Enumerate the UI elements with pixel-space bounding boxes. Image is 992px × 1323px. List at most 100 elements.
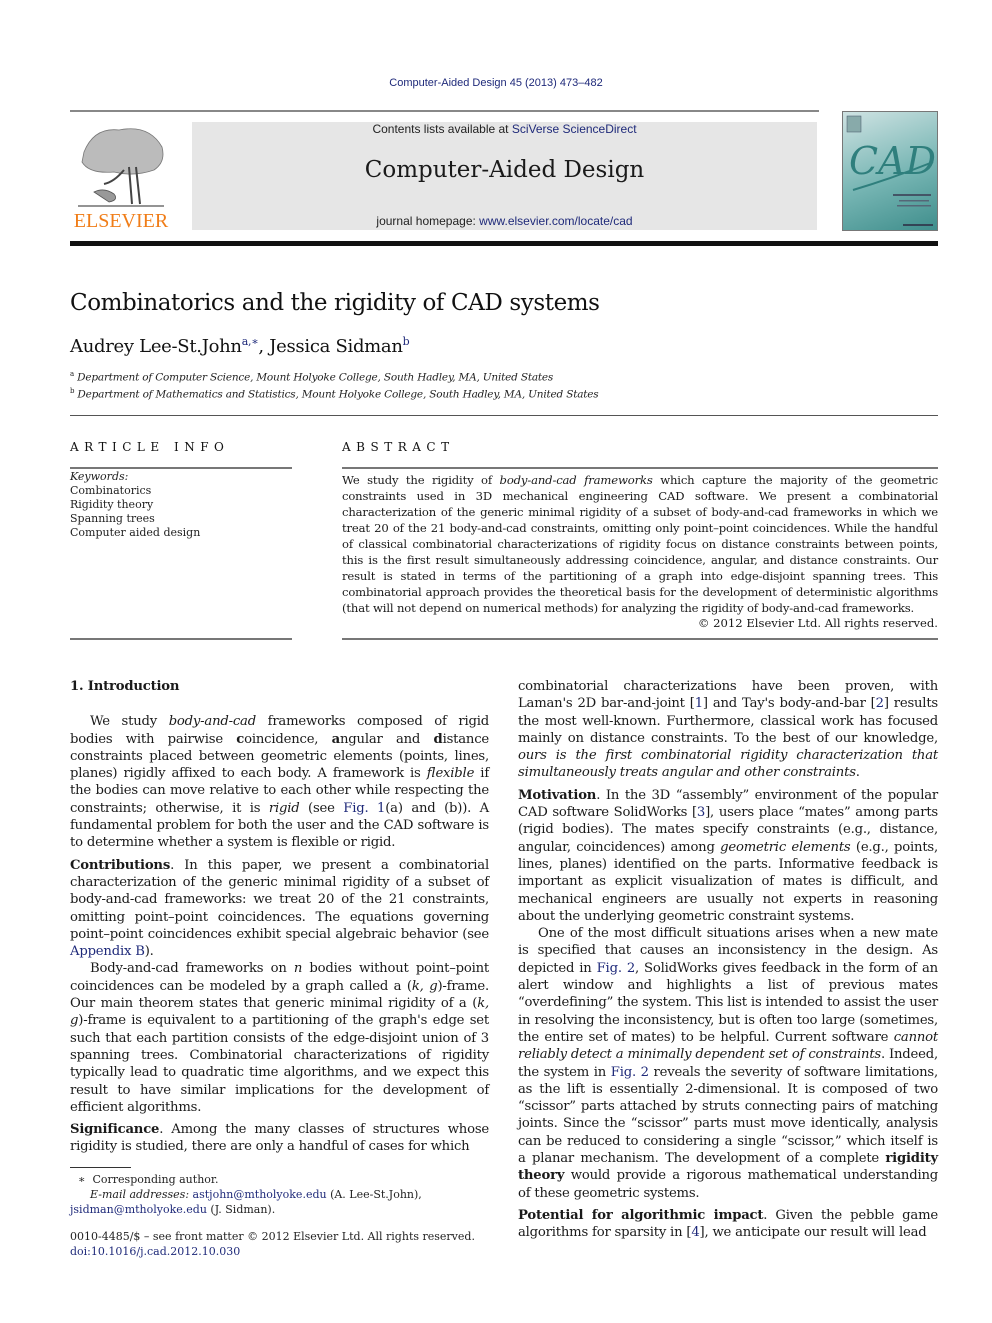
section-heading-introduction: 1. Introduction xyxy=(70,679,180,694)
abstract-emphasis: body-and-cad frameworks xyxy=(499,473,653,487)
citation-link[interactable]: 4 xyxy=(691,1225,699,1240)
abstract-text: We study the rigidity of body-and-cad fr… xyxy=(342,472,938,616)
homepage-prefix: journal homepage: xyxy=(376,214,480,228)
paragraph-potential: Potential for algorithmic impact. Given … xyxy=(518,1207,938,1242)
text-run: Body-and-cad frameworks on xyxy=(90,961,294,977)
text-run: k, g xyxy=(411,978,438,994)
abstract-bottom-rule xyxy=(342,638,938,640)
footnotes: ∗ Corresponding author. E-mail addresses… xyxy=(70,1172,490,1217)
abstract-segment: which capture the majority of the geomet… xyxy=(342,473,938,615)
contents-line: Contents lists available at SciVerse Sci… xyxy=(192,122,817,136)
elsevier-logo[interactable]: ELSEVIER xyxy=(70,122,172,234)
front-divider xyxy=(70,415,938,416)
text-run: ngular and xyxy=(340,731,434,747)
affiliation-a: a Department of Computer Science, Mount … xyxy=(70,370,553,384)
cad-cover-icon: CAD xyxy=(846,115,936,226)
email-link[interactable]: jsidman@mtholyoke.edu xyxy=(70,1203,207,1216)
email-label: E-mail addresses: xyxy=(90,1188,193,1201)
author-name: Audrey Lee-St.John xyxy=(70,336,242,357)
paragraph-motivation: Motivation. In the 3D “assembly” environ… xyxy=(518,787,938,925)
keyword-item: Rigidity theory xyxy=(70,498,154,511)
paragraph-significance-cont: combinatorial characterizations have bee… xyxy=(518,678,938,782)
text-run: ours is the first combinatorial rigidity… xyxy=(518,748,938,781)
text-run: (see xyxy=(299,800,344,816)
text-run: )-frame is equivalent to a partitioning … xyxy=(70,1013,489,1115)
paragraph-difficult: One of the most difficult situations ari… xyxy=(518,925,938,1202)
run-in-heading: Contributions xyxy=(70,857,171,873)
paragraph-intro: We study body-and-cad frameworks compose… xyxy=(70,713,489,851)
affiliation-text: Department of Computer Science, Mount Ho… xyxy=(77,371,554,384)
header-divider xyxy=(70,110,819,112)
journal-name: Computer-Aided Design xyxy=(364,157,645,183)
footnote-star: ∗ xyxy=(78,1173,86,1186)
author-separator: , xyxy=(258,336,270,357)
text-run: flexible xyxy=(426,766,475,782)
footnote-emails-cont: jsidman@mtholyoke.edu (J. Sidman). xyxy=(70,1202,490,1217)
article-title: Combinatorics and the rigidity of CAD sy… xyxy=(70,290,600,316)
contents-prefix: Contents lists available at xyxy=(372,122,512,136)
text-run: n xyxy=(293,961,303,977)
citation-link[interactable]: 3 xyxy=(697,805,705,820)
figure-link[interactable]: Fig. 2 xyxy=(611,1065,649,1080)
author-affiliation-marks[interactable]: b xyxy=(403,335,410,348)
keywords-label: Keywords: xyxy=(70,470,129,483)
abstract-heading: ABSTRACT xyxy=(342,440,455,454)
text-run: ). xyxy=(144,944,154,960)
paragraph-significance: Significance. Among the many classes of … xyxy=(70,1121,489,1156)
text-run: ] and Tay's body-and-bar [ xyxy=(702,696,876,712)
run-in-heading: Significance xyxy=(70,1122,160,1138)
text-run: body-and-cad xyxy=(168,714,256,730)
citation-link[interactable]: 1 xyxy=(695,696,703,711)
journal-citation[interactable]: Computer-Aided Design 45 (2013) 473–482 xyxy=(0,77,992,89)
email-link[interactable]: astjohn@mtholyoke.edu xyxy=(193,1188,327,1201)
footnote-corresponding: ∗ Corresponding author. xyxy=(70,1172,490,1187)
article-info-bottom-rule xyxy=(70,638,292,640)
affiliation-mark: a xyxy=(70,370,74,378)
issn-line: 0010-4485/$ – see front matter © 2012 El… xyxy=(70,1230,475,1243)
text-run: We study xyxy=(90,714,169,730)
affiliation-mark: b xyxy=(70,387,75,395)
affiliation-text: Department of Mathematics and Statistics… xyxy=(77,388,599,401)
author-list: Audrey Lee-St.Johna,∗, Jessica Sidmanb xyxy=(70,335,410,357)
figure-link[interactable]: Fig. 2 xyxy=(597,961,636,976)
footnote-rule xyxy=(70,1167,131,1168)
sciencedirect-link[interactable]: SciVerse ScienceDirect xyxy=(512,122,637,136)
figure-link[interactable]: Fig. 1 xyxy=(343,801,385,816)
tree-logo-icon xyxy=(78,128,164,207)
article-info-heading: ARTICLE INFO xyxy=(70,440,230,454)
run-in-heading: Potential for algorithmic impact xyxy=(518,1207,764,1223)
text-run: ], we anticipate our result will lead xyxy=(699,1225,927,1241)
keyword-item: Spanning trees xyxy=(70,512,155,525)
text-run: d xyxy=(433,731,443,747)
homepage-link[interactable]: www.elsevier.com/locate/cad xyxy=(479,214,632,228)
text-run: geometric elements xyxy=(720,839,851,855)
text-run: would provide a rigorous mathematical un… xyxy=(518,1168,938,1201)
footnote-text: Corresponding author. xyxy=(92,1173,219,1186)
abstract-top-rule xyxy=(342,467,938,469)
front-matter: 0010-4485/$ – see front matter © 2012 El… xyxy=(70,1229,475,1259)
paragraph-frames: Body-and-cad frameworks on n bodies with… xyxy=(70,960,489,1116)
email-owner: (A. Lee-St.John), xyxy=(326,1188,422,1201)
text-run: c xyxy=(236,731,245,747)
author-affiliation-marks[interactable]: a,∗ xyxy=(242,335,259,348)
journal-banner: Contents lists available at SciVerse Sci… xyxy=(192,122,817,230)
article-info-top-rule xyxy=(70,467,292,469)
doi-link[interactable]: doi:10.1016/j.cad.2012.10.030 xyxy=(70,1244,475,1259)
affiliation-b: b Department of Mathematics and Statisti… xyxy=(70,387,599,401)
text-run: oincidence, xyxy=(244,731,332,747)
keywords-block: Keywords: Combinatorics Rigidity theory … xyxy=(70,470,200,540)
paragraph-contributions: Contributions. In this paper, we present… xyxy=(70,857,489,961)
homepage-line: journal homepage: www.elsevier.com/locat… xyxy=(192,214,817,228)
journal-cover-image[interactable]: CAD xyxy=(842,111,938,231)
run-in-heading: Motivation xyxy=(518,787,597,803)
author-name: Jessica Sidman xyxy=(269,336,403,357)
abstract-copyright: © 2012 Elsevier Ltd. All rights reserved… xyxy=(697,616,938,630)
text-run: . xyxy=(855,765,860,781)
publisher-name: ELSEVIER xyxy=(73,210,169,232)
appendix-link[interactable]: Appendix B xyxy=(70,944,145,959)
keyword-item: Computer aided design xyxy=(70,526,201,539)
citation-link[interactable]: 2 xyxy=(876,696,884,711)
header-thick-divider xyxy=(70,241,938,246)
keyword-item: Combinatorics xyxy=(70,484,152,497)
email-owner: (J. Sidman). xyxy=(206,1203,276,1216)
